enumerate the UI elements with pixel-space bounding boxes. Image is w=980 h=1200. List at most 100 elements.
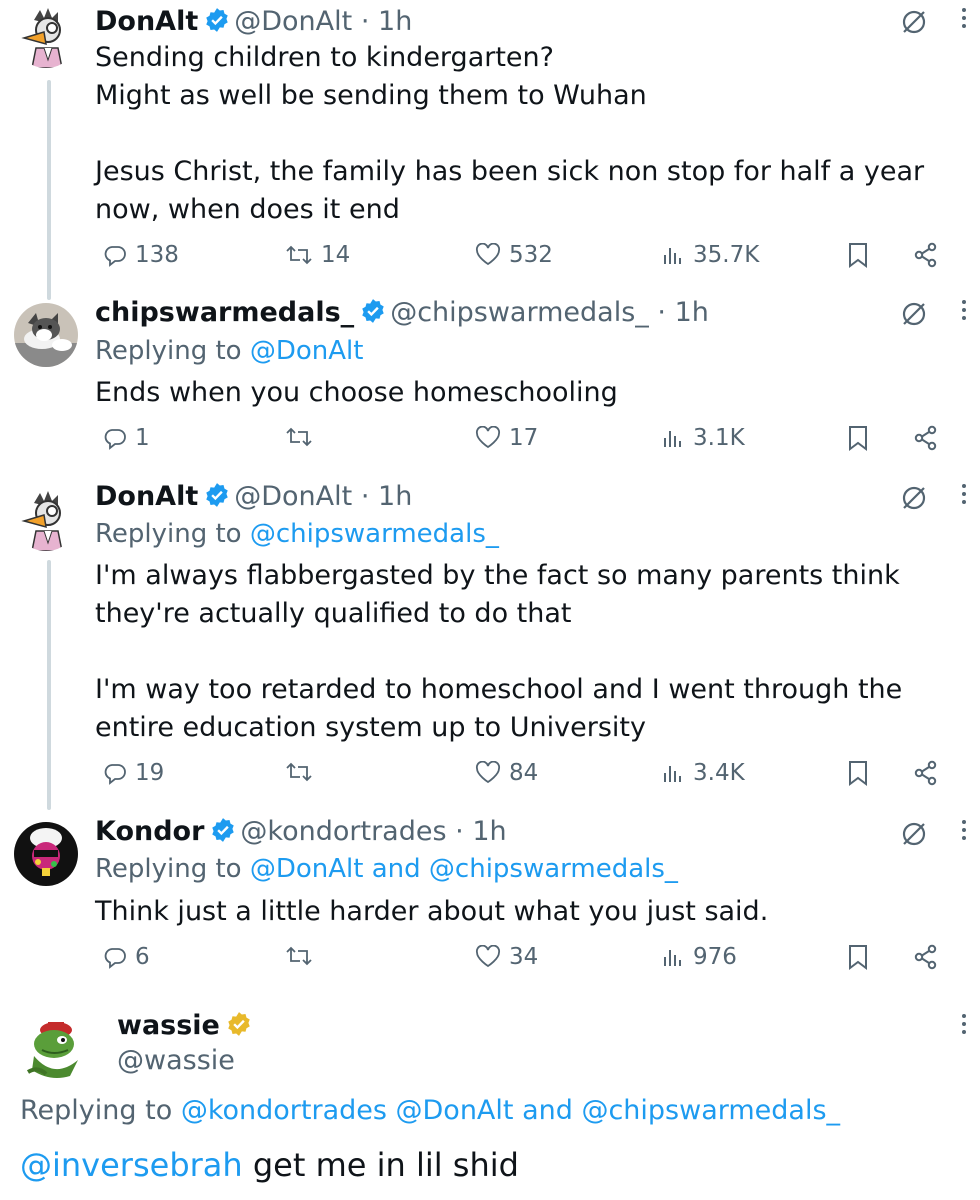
display-name-text[interactable]: wassie — [117, 1010, 220, 1041]
repost-icon — [286, 245, 312, 265]
grok-icon[interactable] — [900, 300, 928, 328]
tweet-text: Ends when you choose homeschooling — [95, 377, 618, 408]
views-button[interactable]: 976 — [661, 944, 737, 970]
like-icon — [476, 243, 500, 266]
reply-button[interactable]: 19 — [103, 760, 164, 786]
reply-count: 1 — [135, 425, 150, 451]
repost-button[interactable] — [285, 425, 321, 449]
views-icon — [664, 431, 681, 447]
tweet-text: @inversebrah get me in lil shid — [20, 1146, 519, 1184]
action-bar: 19 84 3.4K — [95, 760, 955, 796]
bookmark-button[interactable] — [847, 425, 869, 451]
more-icon[interactable] — [960, 480, 968, 510]
replying-to-label: Replying to — [20, 1095, 181, 1126]
repost-button[interactable] — [285, 944, 321, 968]
reply-mention-link[interactable]: @DonAlt and @chipswarmedals_ — [250, 854, 678, 884]
tweet-header: DonAlt @DonAlt · 1h — [95, 6, 412, 37]
share-button[interactable] — [913, 760, 939, 786]
repost-icon — [286, 762, 312, 782]
replying-to-label: Replying to — [95, 336, 250, 366]
share-button[interactable] — [913, 425, 939, 451]
replying-to-label: Replying to — [95, 854, 250, 884]
like-button[interactable]: 17 — [475, 425, 538, 451]
avatar-kondor[interactable] — [14, 822, 78, 886]
views-count: 35.7K — [693, 242, 760, 268]
like-button[interactable]: 84 — [475, 760, 538, 786]
more-icon[interactable] — [960, 296, 968, 326]
views-button[interactable]: 3.1K — [661, 425, 745, 451]
separator-dot: · — [455, 816, 464, 847]
like-button[interactable]: 532 — [475, 242, 553, 268]
verified-badge-icon — [206, 8, 228, 32]
timestamp[interactable]: 1h — [472, 816, 506, 847]
grok-icon[interactable] — [900, 820, 928, 848]
verified-badge-icon — [212, 818, 235, 842]
action-bar: 1 17 3.1K — [95, 425, 955, 461]
reply-icon — [104, 429, 126, 450]
timestamp[interactable]: 1h — [378, 481, 412, 512]
replying-to: Replying to @kondortrades @DonAlt and @c… — [20, 1095, 840, 1126]
handle[interactable]: @wassie — [117, 1045, 235, 1076]
reply-button[interactable]: 6 — [103, 944, 150, 970]
views-icon — [664, 766, 681, 782]
share-icon — [914, 760, 937, 786]
timestamp[interactable]: 1h — [675, 297, 709, 328]
avatar-donalt[interactable] — [14, 4, 78, 68]
mention-link[interactable]: @inversebrah — [20, 1146, 243, 1184]
reply-button[interactable]: 1 — [103, 425, 150, 451]
repost-button[interactable]: 14 — [285, 242, 350, 268]
handle[interactable]: @kondortrades — [240, 816, 446, 847]
share-button[interactable] — [913, 242, 939, 268]
repost-icon — [286, 427, 312, 447]
display-name[interactable]: DonAlt — [95, 6, 198, 37]
share-button[interactable] — [913, 944, 939, 970]
share-icon — [914, 242, 937, 268]
separator-dot: · — [360, 481, 370, 512]
handle[interactable]: @chipswarmedals_ — [390, 297, 649, 328]
repost-button[interactable] — [285, 760, 321, 784]
replying-to-label: Replying to — [95, 519, 250, 549]
bookmark-icon — [849, 761, 867, 786]
grok-icon[interactable] — [900, 8, 928, 36]
handle[interactable]: @DonAlt — [234, 481, 352, 512]
views-count: 3.4K — [693, 760, 745, 786]
like-icon — [476, 945, 500, 968]
tweet-header: DonAlt @DonAlt · 1h — [95, 481, 412, 512]
like-count: 17 — [509, 425, 539, 451]
handle[interactable]: @DonAlt — [234, 6, 352, 37]
like-button[interactable]: 34 — [475, 944, 538, 970]
tweet-text: Think just a little harder about what yo… — [95, 896, 769, 927]
thread-connector — [47, 560, 51, 810]
share-icon — [914, 944, 937, 970]
avatar-wassie[interactable] — [20, 1010, 92, 1082]
display-name[interactable]: Kondor — [95, 816, 204, 847]
bookmark-icon — [849, 945, 867, 970]
repost-icon — [286, 946, 312, 966]
views-button[interactable]: 35.7K — [661, 242, 759, 268]
views-count: 3.1K — [693, 425, 745, 451]
reply-mention-link[interactable]: @kondortrades @DonAlt and @chipswarmedal… — [181, 1095, 840, 1126]
more-icon[interactable] — [960, 1010, 968, 1040]
reply-mention-link[interactable]: @chipswarmedals_ — [250, 519, 499, 549]
views-button[interactable]: 3.4K — [661, 760, 745, 786]
thread-connector — [47, 80, 51, 300]
tweet-text: I'm always flabbergasted by the fact so … — [95, 560, 903, 743]
more-icon[interactable] — [960, 816, 968, 846]
timestamp[interactable]: 1h — [378, 6, 412, 37]
bookmark-button[interactable] — [847, 760, 869, 786]
bookmark-button[interactable] — [847, 944, 869, 970]
reply-mention-link[interactable]: @DonAlt — [250, 336, 364, 366]
display-name[interactable]: chipswarmedals_ — [95, 297, 354, 328]
display-name[interactable]: wassie — [117, 1010, 256, 1041]
bookmark-button[interactable] — [847, 242, 869, 268]
like-icon — [476, 426, 500, 449]
separator-dot: · — [657, 297, 666, 328]
more-icon[interactable] — [960, 4, 968, 34]
like-icon — [476, 761, 500, 784]
reply-button[interactable]: 138 — [103, 242, 179, 268]
avatar-chipswarmedals[interactable] — [14, 303, 78, 367]
display-name[interactable]: DonAlt — [95, 481, 198, 512]
avatar-donalt[interactable] — [14, 487, 78, 551]
grok-icon[interactable] — [900, 484, 928, 512]
like-count: 84 — [509, 760, 539, 786]
